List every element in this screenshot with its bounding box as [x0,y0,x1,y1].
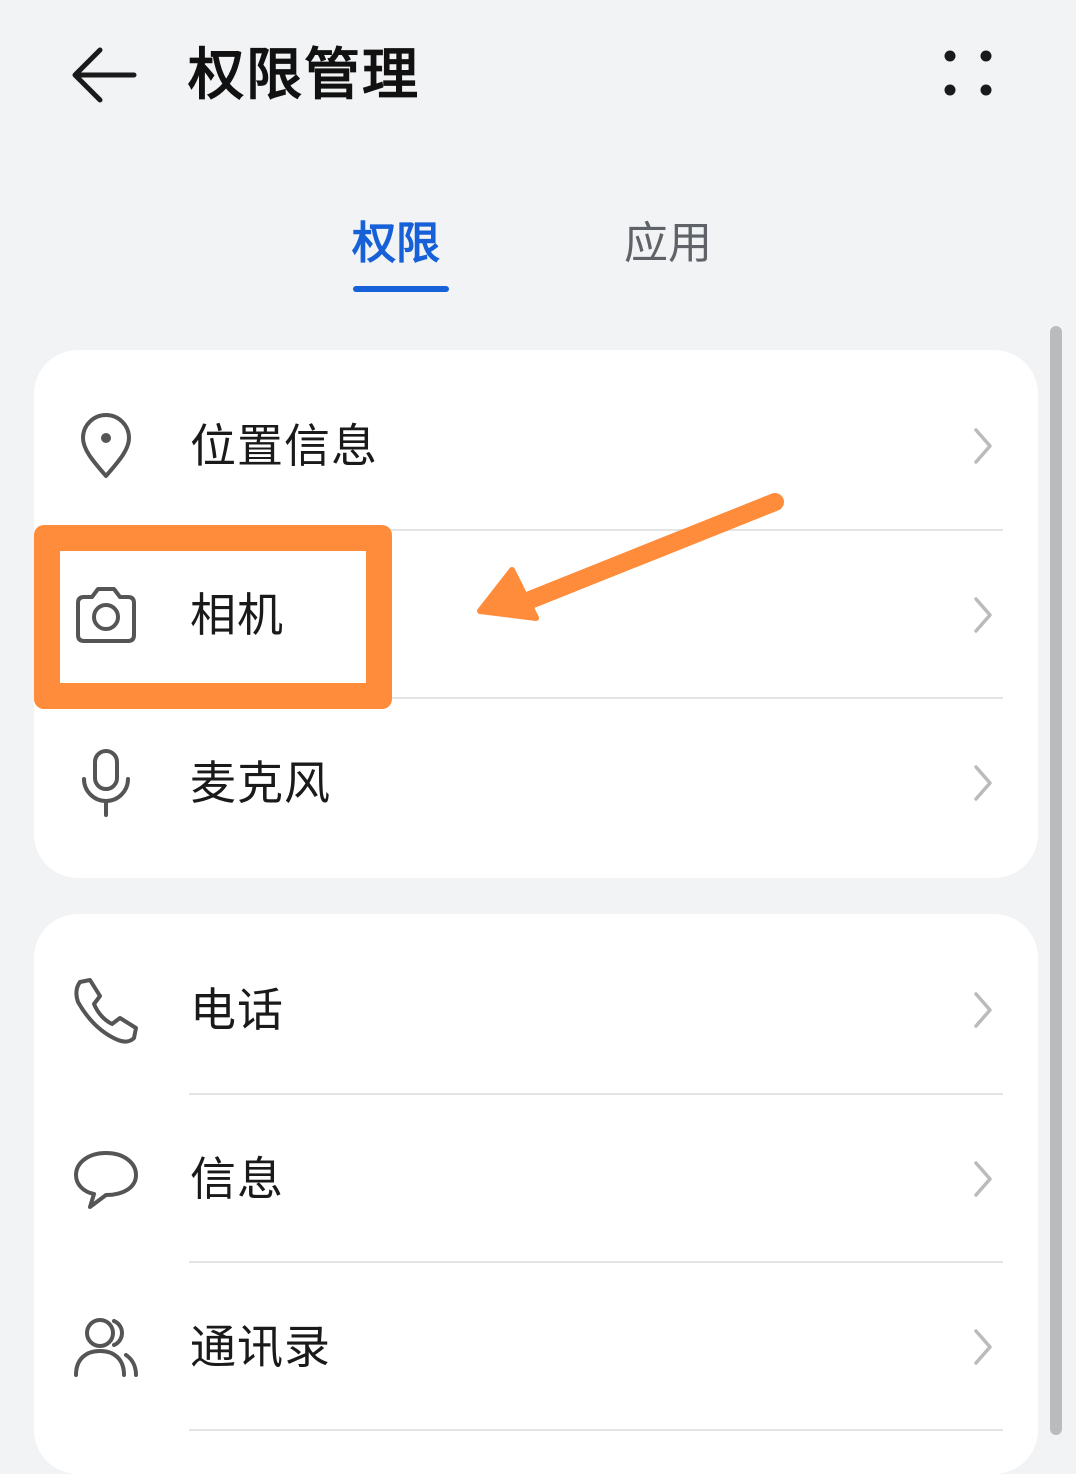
chevron-right-icon [974,428,992,464]
microphone-icon [82,749,130,817]
back-button[interactable] [66,40,140,110]
permission-item-location[interactable]: 位置信息 [34,362,1038,530]
permission-item-label: 通讯录 [190,1320,331,1374]
location-pin-icon [81,413,131,478]
scrollbar[interactable] [1050,326,1062,1435]
permission-item-label: 位置信息 [190,419,378,473]
top-app-bar: 权限管理 [0,0,1076,150]
tab-permissions[interactable]: 权限 [352,214,440,274]
chevron-right-icon [974,597,992,633]
contacts-icon [74,1318,138,1377]
permission-group-card: 位置信息 相机 麦克风 [34,350,1038,878]
more-options-button[interactable] [930,42,1006,106]
tab-active-indicator [353,286,449,292]
permission-item-label: 电话 [190,983,284,1037]
chevron-right-icon [974,1329,992,1365]
chevron-right-icon [974,1161,992,1197]
permission-item-phone[interactable]: 电话 [34,926,1038,1094]
message-bubble-icon [74,1151,138,1209]
divider [189,1429,1003,1431]
more-dots-icon [944,50,992,96]
tab-apps[interactable]: 应用 [624,214,712,274]
camera-icon [76,587,136,643]
permission-group-card: 电话 信息 通讯录 [34,914,1038,1474]
permission-item-label: 麦克风 [190,756,331,810]
permission-item-messages[interactable]: 信息 [34,1095,1038,1263]
phone-icon [74,978,138,1044]
chevron-right-icon [974,992,992,1028]
back-arrow-icon [72,47,137,103]
permission-item-microphone[interactable]: 麦克风 [34,699,1038,867]
permission-item-label: 相机 [190,588,284,642]
permission-item-contacts[interactable]: 通讯录 [34,1263,1038,1431]
page-title: 权限管理 [188,43,420,108]
permission-item-label: 信息 [190,1152,284,1206]
chevron-right-icon [974,765,992,801]
tab-bar: 权限 应用 [0,200,1076,310]
permission-item-camera[interactable]: 相机 [34,531,1038,699]
